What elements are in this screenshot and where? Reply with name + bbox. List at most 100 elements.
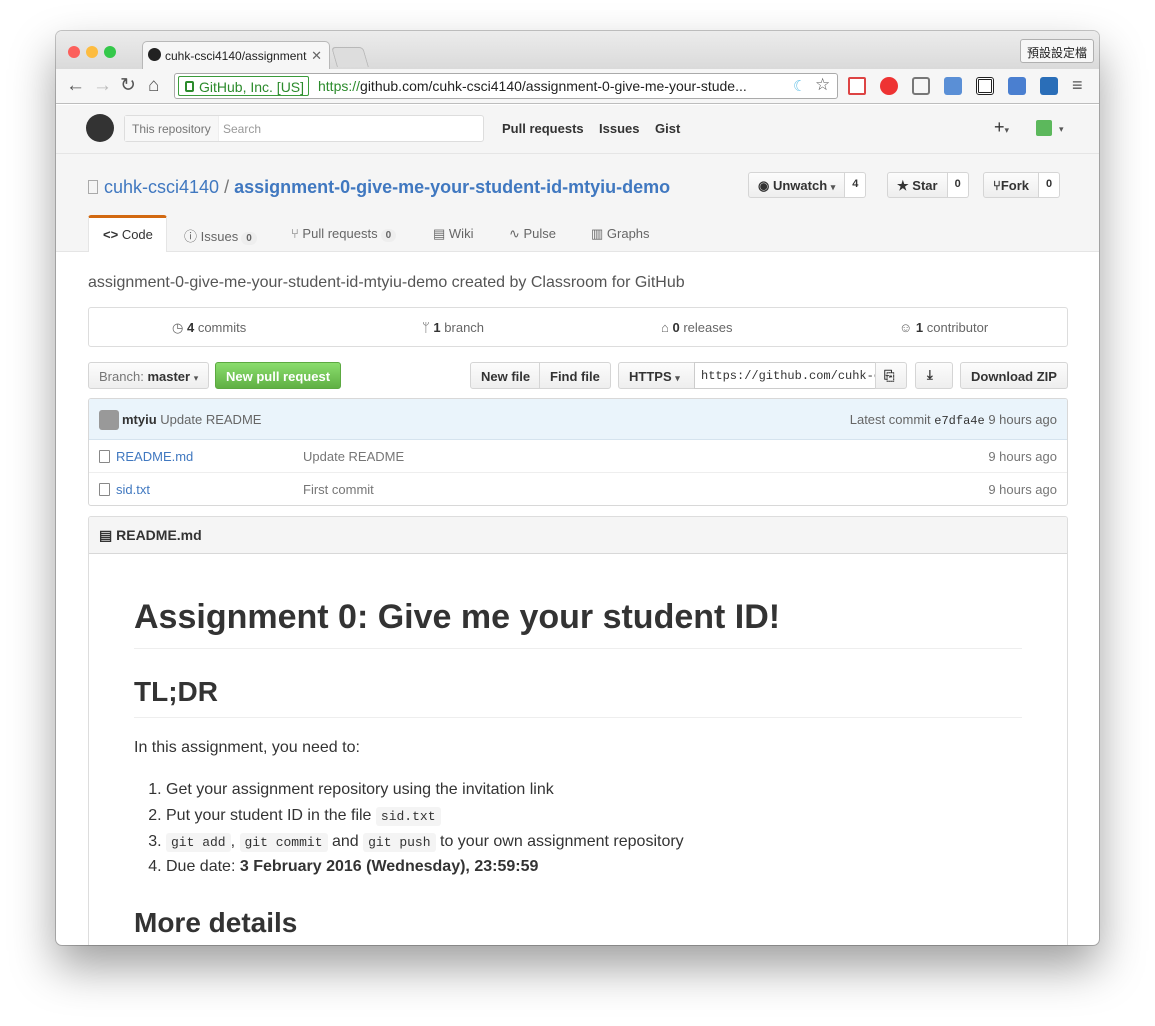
search-placeholder: Search bbox=[223, 122, 262, 136]
file-commit-message[interactable]: Update README bbox=[303, 449, 404, 464]
reload-icon[interactable]: ↻ bbox=[120, 76, 136, 96]
fork-button[interactable]: ⑂Fork bbox=[983, 172, 1039, 198]
tab-issues[interactable]: ⓘ Issues 0 bbox=[184, 215, 257, 252]
desktop-download-icon[interactable]: ⤓ bbox=[915, 362, 953, 389]
file-name-link[interactable]: README.md bbox=[116, 449, 193, 464]
close-window-button[interactable] bbox=[68, 46, 80, 58]
menu-icon[interactable]: ≡ bbox=[1072, 75, 1083, 95]
repo-name-link[interactable]: assignment-0-give-me-your-student-id-mty… bbox=[234, 177, 670, 197]
issues-count-badge: 0 bbox=[241, 232, 257, 245]
address-bar[interactable]: GitHub, Inc. [US] https://github.com/cuh… bbox=[174, 73, 838, 99]
list-item-text: Due date: bbox=[166, 858, 236, 876]
watch-group: ◉ Unwatch ▾ 4 bbox=[748, 172, 867, 198]
gmail-icon[interactable] bbox=[848, 77, 866, 95]
clone-url-input[interactable]: https://github.com/cuhk-c bbox=[694, 362, 876, 389]
profile-button[interactable]: 預設設定檔 bbox=[1019, 39, 1094, 63]
commits-count: 4 bbox=[186, 320, 195, 335]
branch-select-button[interactable]: Branch: master ▾ bbox=[88, 362, 210, 389]
minimize-window-button[interactable] bbox=[86, 46, 98, 58]
url-path: github.com/cuhk-csci4140/assignment-0-gi… bbox=[360, 78, 747, 94]
file-commit-message[interactable]: First commit bbox=[303, 482, 374, 497]
new-file-button[interactable]: New file bbox=[470, 362, 542, 389]
releases-count: 0 bbox=[672, 320, 680, 335]
copy-clipboard-icon[interactable]: ⎘ bbox=[875, 362, 907, 389]
zoom-window-button[interactable] bbox=[104, 46, 116, 58]
window-controls bbox=[68, 45, 122, 63]
list-item-text: and bbox=[331, 832, 359, 850]
qr-code-icon[interactable] bbox=[976, 77, 994, 95]
inline-code: git commit bbox=[239, 832, 328, 852]
user-avatar[interactable] bbox=[1036, 120, 1052, 136]
search-scope-label: This repository bbox=[125, 116, 219, 141]
readme-content: Assignment 0: Give me your student ID! T… bbox=[134, 597, 1022, 945]
lock-icon bbox=[185, 81, 194, 92]
bookmark-star-icon[interactable]: ☆ bbox=[815, 75, 830, 95]
screen-capture-icon[interactable] bbox=[1008, 77, 1026, 95]
keyboard-icon[interactable] bbox=[944, 77, 962, 95]
repo-icon bbox=[88, 180, 98, 194]
commit-sha[interactable]: e7dfa4e bbox=[934, 414, 984, 428]
clone-protocol-label: HTTPS bbox=[629, 369, 672, 384]
repo-description: assignment-0-give-me-your-student-id-mty… bbox=[88, 274, 685, 291]
unwatch-button[interactable]: ◉ Unwatch ▾ bbox=[748, 172, 846, 198]
table-row: README.md Update README 9 hours ago bbox=[89, 440, 1067, 473]
cast-icon[interactable] bbox=[912, 77, 930, 95]
contributor-link[interactable]: ☺ 1 contributor bbox=[899, 320, 988, 335]
find-file-button[interactable]: Find file bbox=[539, 362, 611, 389]
star-count[interactable]: 0 bbox=[947, 172, 969, 198]
home-icon[interactable]: ⌂ bbox=[148, 76, 159, 96]
tab-pulse[interactable]: ∿ Pulse bbox=[509, 215, 556, 252]
file-name-link[interactable]: sid.txt bbox=[116, 482, 150, 497]
translate-icon[interactable] bbox=[1040, 77, 1058, 95]
github-header: This repository Search Pull requests Iss… bbox=[56, 105, 1099, 154]
releases-label: releases bbox=[683, 320, 733, 335]
releases-link[interactable]: ⌂ 0 releases bbox=[661, 320, 732, 335]
book-icon: ▤ bbox=[99, 527, 117, 543]
branch-label: branch bbox=[444, 320, 485, 335]
star-button[interactable]: ★ Star bbox=[887, 172, 948, 198]
browser-tab[interactable]: cuhk-csci4140/assignment ✕ bbox=[142, 41, 330, 69]
github-logo-icon[interactable] bbox=[86, 114, 114, 142]
commit-author[interactable]: mtyiu bbox=[122, 412, 157, 427]
url-protocol: https:// bbox=[318, 78, 361, 94]
due-date: 3 February 2016 (Wednesday), 23:59:59 bbox=[239, 858, 539, 876]
create-new-button[interactable]: +▾ bbox=[994, 117, 1009, 138]
watch-count[interactable]: 4 bbox=[845, 172, 867, 198]
tab-pull-requests[interactable]: ⑂ Pull requests 0 bbox=[291, 215, 397, 252]
new-tab-button[interactable] bbox=[331, 47, 369, 67]
back-arrow-icon[interactable]: ← bbox=[66, 76, 85, 96]
commits-link[interactable]: ◷ 4 commits bbox=[172, 320, 246, 336]
fork-count[interactable]: 0 bbox=[1038, 172, 1061, 198]
repo-owner-link[interactable]: cuhk-csci4140 bbox=[104, 177, 219, 197]
clone-protocol-button[interactable]: HTTPS ▾ bbox=[618, 362, 695, 389]
tab-code[interactable]: <> Code bbox=[88, 215, 167, 252]
nav-issues[interactable]: Issues bbox=[599, 121, 639, 136]
close-tab-icon[interactable]: ✕ bbox=[311, 48, 322, 64]
branch-link[interactable]: ᛘ 1 branch bbox=[422, 320, 484, 335]
tab-code-label: Code bbox=[121, 227, 153, 242]
tab-graphs[interactable]: ▥ Graphs bbox=[591, 215, 650, 252]
inline-code: git push bbox=[363, 832, 436, 852]
download-zip-button[interactable]: Download ZIP bbox=[960, 362, 1068, 389]
forward-arrow-icon[interactable]: → bbox=[93, 76, 112, 96]
latest-commit-label: Latest commit bbox=[849, 412, 931, 427]
branch-name: master bbox=[147, 369, 191, 384]
commit-meta: Latest commit e7dfa4e 9 hours ago bbox=[850, 412, 1057, 428]
nav-pull-requests[interactable]: Pull requests bbox=[502, 121, 584, 136]
plus-icon: + bbox=[994, 117, 1005, 137]
commit-message[interactable]: Update README bbox=[160, 412, 261, 427]
file-icon bbox=[99, 450, 110, 463]
new-pull-request-button[interactable]: New pull request bbox=[215, 362, 342, 389]
unwatch-label: Unwatch bbox=[772, 178, 828, 193]
adblock-icon[interactable] bbox=[880, 77, 898, 95]
avatar-chevron-down-icon[interactable]: ▾ bbox=[1059, 124, 1064, 135]
search-input[interactable]: This repository Search bbox=[124, 115, 484, 142]
people-icon: ☺ bbox=[899, 320, 916, 335]
ev-certificate-badge[interactable]: GitHub, Inc. [US] bbox=[178, 76, 310, 96]
ev-cert-label: GitHub, Inc. [US] bbox=[199, 79, 305, 95]
list-item-text: Get your assignment repository using the… bbox=[166, 781, 554, 799]
tab-wiki[interactable]: ▤ Wiki bbox=[433, 215, 473, 252]
author-avatar[interactable] bbox=[99, 410, 119, 430]
extension-swirl-icon[interactable]: ☾ bbox=[793, 77, 806, 95]
nav-gist[interactable]: Gist bbox=[655, 121, 680, 136]
